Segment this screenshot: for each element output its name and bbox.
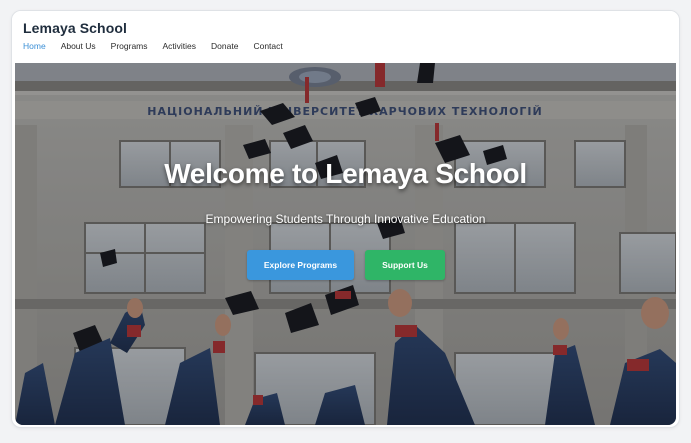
nav-activities[interactable]: Activities: [163, 41, 197, 51]
explore-programs-button[interactable]: Explore Programs: [247, 250, 354, 280]
support-us-button[interactable]: Support Us: [365, 250, 445, 280]
site-header: Lemaya School Home About Us Programs Act…: [12, 11, 679, 63]
nav-contact[interactable]: Contact: [253, 41, 282, 51]
hero-title: Welcome to Lemaya School: [164, 158, 527, 189]
nav-home[interactable]: Home: [23, 41, 46, 51]
nav-programs[interactable]: Programs: [111, 41, 148, 51]
page-frame: Lemaya School Home About Us Programs Act…: [11, 10, 680, 428]
nav-about-us[interactable]: About Us: [61, 41, 96, 51]
hero-overlay: [15, 63, 676, 425]
hero-section: НАЦІОНАЛЬНИЙ УНІВЕРСИТЕТ ХАРЧОВИХ ТЕХНОЛ…: [15, 63, 676, 425]
main-nav: Home About Us Programs Activities Donate…: [23, 41, 283, 51]
site-brand[interactable]: Lemaya School: [23, 20, 127, 36]
hero-subtitle: Empowering Students Through Innovative E…: [205, 212, 486, 226]
nav-donate[interactable]: Donate: [211, 41, 238, 51]
